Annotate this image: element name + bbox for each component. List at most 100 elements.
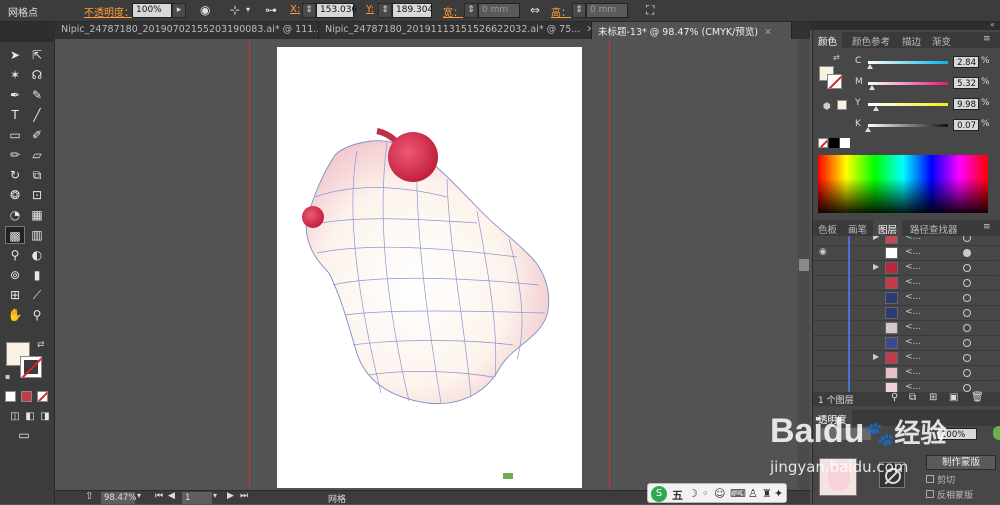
slider-thumb-y[interactable] [872,106,879,111]
pen-tool-icon[interactable]: ✒ [5,86,25,104]
skin-icon[interactable]: ♙ [748,487,758,501]
rotate-tool-icon[interactable]: ↻ [5,166,25,184]
x-stepper[interactable]: ⇕ [302,3,316,18]
slider-value-c[interactable]: 2.84 [953,56,979,68]
slider-thumb-m[interactable] [869,85,876,90]
artboard[interactable] [277,47,582,488]
tab-pathfinder[interactable]: 路径查找器 [905,220,963,236]
y-stepper[interactable]: ⇕ [378,3,392,18]
layer-target-icon[interactable] [963,236,971,242]
prev-artboard-icon[interactable]: ◀ [168,491,175,501]
document-tab-1[interactable]: Nipic_24787180_20190702155203190083.ai* … [55,22,319,39]
recolor-icon[interactable]: ◉ [200,3,210,17]
black-swatch[interactable] [829,138,839,148]
mesh-tool-icon[interactable]: ▩ [5,226,25,244]
transparency-opacity-field[interactable]: 100% [937,428,977,440]
layers-list[interactable]: ▶ <... ◉ <... ▶ <... <... <... <... <... <... ▶ <...… [813,236,1000,392]
slider-track-k[interactable] [868,124,948,127]
opacity-field[interactable]: 100% [132,3,172,18]
w-stepper[interactable]: ⇕ [464,3,478,18]
zoom-dropdown-icon[interactable]: ▾ [137,491,141,500]
moon-icon[interactable]: ☽ [688,487,698,501]
layer-row[interactable]: <... [813,275,999,291]
sogou-icon[interactable]: S [651,486,667,502]
clipping-mask-icon[interactable]: ⧉ [909,392,916,403]
none-swatch[interactable] [818,138,828,148]
opacity-label[interactable]: 不透明度： [84,4,134,19]
w-field[interactable]: 0 mm [478,3,520,18]
layer-target-icon[interactable] [963,264,971,272]
eraser-tool-icon[interactable]: ▱ [27,146,47,164]
color-panel-stroke-swatch[interactable] [827,74,842,89]
layer-row[interactable]: ▶ <... [813,350,999,366]
tab-swatches[interactable]: 色板 [813,220,842,236]
shape-builder-tool-icon[interactable]: ◔ [5,206,25,224]
default-colors-icon[interactable]: ▪ [5,372,10,381]
punctuation-icon[interactable]: ◦ [702,487,709,501]
line-tool-icon[interactable]: ╱ [27,106,47,124]
layer-target-icon[interactable] [963,324,971,332]
eye-icon[interactable]: ◉ [819,247,827,257]
keyboard-icon[interactable]: ⌨ [730,487,746,501]
tab-color-guide[interactable]: 颜色参考 [847,32,895,48]
first-artboard-icon[interactable]: ⏮ [155,491,163,501]
tab-stroke[interactable]: 描边 [897,32,926,48]
expand-arrow-icon[interactable]: ▶ [873,236,879,241]
clip-checkbox[interactable] [926,475,934,483]
swap-colors-icon[interactable]: ⇄ [833,53,840,62]
object-thumbnail[interactable] [819,458,857,496]
out-of-gamut-icon[interactable]: ⬢ [823,102,831,112]
panel-menu-icon[interactable]: ≡ [983,34,991,44]
none-mode-button[interactable] [37,391,48,402]
slider-track-m[interactable] [868,82,948,85]
column-graph-tool-icon[interactable]: ▮ [27,266,47,284]
slider-thumb-k[interactable] [865,127,872,132]
ime-mode-label[interactable]: 五 [672,487,683,502]
panel-menu-icon[interactable]: ≡ [983,222,991,232]
expand-arrow-icon[interactable]: ▶ [873,262,879,271]
y-field[interactable]: 189.304 [392,3,433,18]
layer-row[interactable]: ▶ <... [813,260,999,276]
layer-target-icon[interactable] [963,354,971,362]
blend-tool-icon[interactable]: ◐ [27,246,47,264]
layer-target-icon[interactable] [963,369,971,377]
layer-target-icon[interactable] [963,309,971,317]
layer-target-icon[interactable] [963,294,971,302]
slider-value-y[interactable]: 9.98 [953,98,979,110]
document-tab-2[interactable]: Nipic_24787180_20191113151526622032.ai* … [319,22,592,39]
draw-inside-icon[interactable]: ◨ [35,408,55,426]
perspective-grid-tool-icon[interactable]: ▦ [27,206,47,224]
tab-color[interactable]: 颜色 [813,32,843,48]
x-field[interactable]: 153.036 [316,3,357,18]
page-field[interactable]: 1 [182,492,212,504]
new-layer-icon[interactable]: ▣ [949,392,958,403]
make-mask-button[interactable]: 制作蒙版 [926,455,996,470]
curvature-tool-icon[interactable]: ✎ [27,86,47,104]
stroke-swatch[interactable] [20,356,42,378]
blend-mode-select[interactable] [821,428,871,440]
pencil-tool-icon[interactable]: ✏ [5,146,25,164]
gamut-swatch[interactable] [837,100,847,110]
vertical-scrollbar[interactable] [798,39,810,490]
layer-target-icon[interactable] [963,384,971,392]
collapse-icon[interactable]: « [990,20,995,29]
shirt-icon[interactable]: ♜ [762,487,772,501]
color-mode-button[interactable] [5,391,16,402]
eyedropper-tool-icon[interactable]: ⚲ [5,246,25,264]
white-swatch[interactable] [840,138,850,148]
last-artboard-icon[interactable]: ⏭ [240,491,248,501]
screen-mode-icon[interactable]: ▭ [14,426,34,444]
invert-mask-checkbox[interactable] [926,490,934,498]
layer-row[interactable]: <... [813,365,999,381]
layer-row[interactable]: ◉ <... [813,245,999,261]
locate-object-icon[interactable]: ⚲ [891,392,898,403]
h-field[interactable]: 0 mm [586,3,628,18]
direct-selection-tool-icon[interactable]: ⇱ [27,46,47,64]
align-icon[interactable]: ⊶ [265,3,277,17]
delete-layer-icon[interactable]: 🗑 [971,392,984,403]
selection-tool-icon[interactable]: ➤ [5,46,25,64]
expand-arrow-icon[interactable]: ▶ [873,352,879,361]
transform-icon[interactable]: ⛶ [646,3,654,18]
slider-track-y[interactable] [868,103,948,106]
scale-tool-icon[interactable]: ⧉ [27,166,47,184]
